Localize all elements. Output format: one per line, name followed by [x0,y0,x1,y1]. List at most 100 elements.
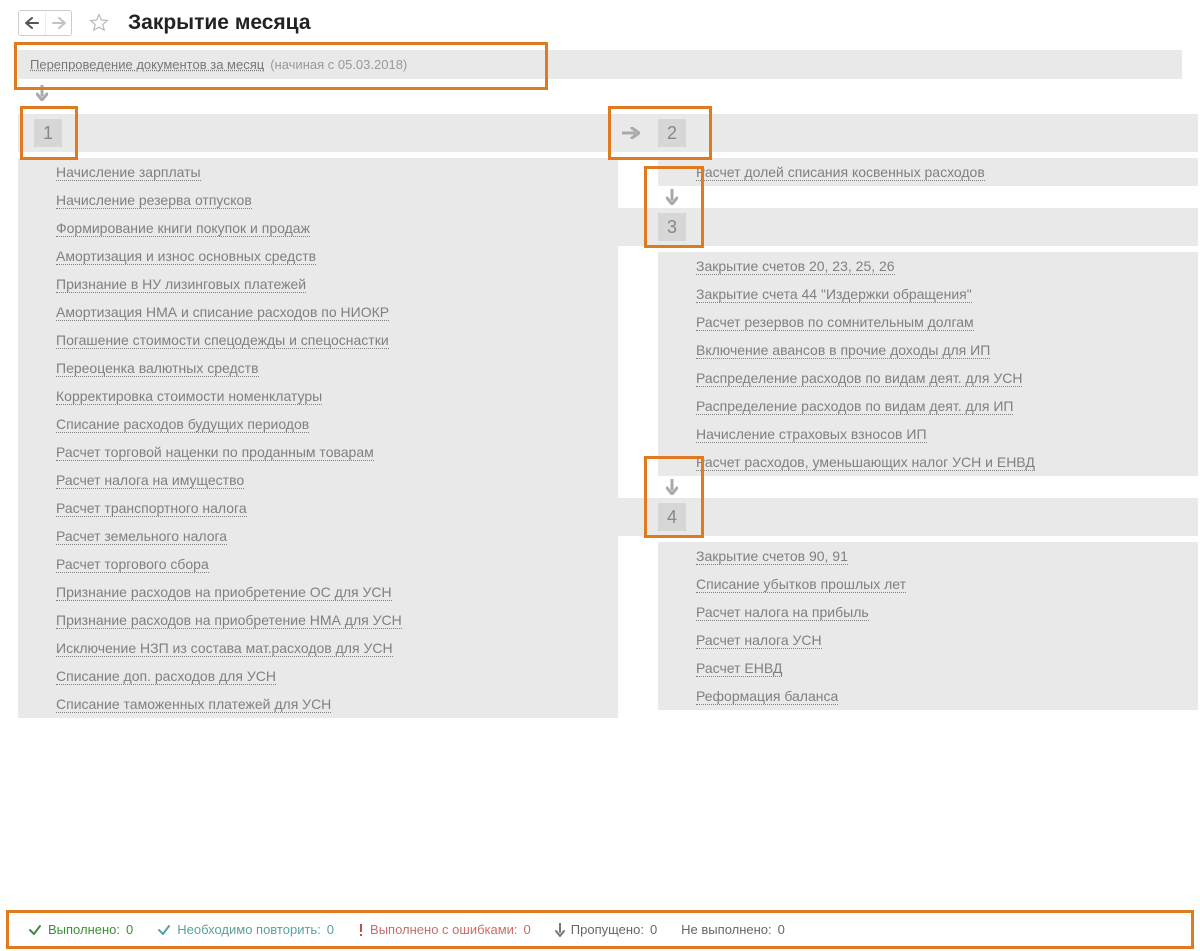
forward-button[interactable] [45,11,71,35]
op-link[interactable]: Признание в НУ лизинговых платежей [56,276,306,293]
op-link[interactable]: Расчет налога на прибыль [696,604,869,621]
op-link[interactable]: Расчет резервов по сомнительным долгам [696,314,974,331]
op-item: Погашение стоимости спецодежды и спецосн… [18,326,618,354]
status-skipped-count: 0 [650,922,657,937]
op-link[interactable]: Амортизация и износ основных средств [56,248,316,265]
arrow-down-icon [666,479,678,495]
op-link[interactable]: Признание расходов на приобретение ОС дл… [56,584,392,601]
op-item: Расчет торговой наценки по проданным тов… [18,438,618,466]
status-done: Выполнено: 0 [28,922,133,937]
arrow-down-icon [36,85,48,101]
op-link[interactable]: Распределение расходов по видам деят. дл… [696,370,1022,387]
op-item: Расчет налога на имущество [18,466,618,494]
favorite-toggle[interactable] [88,12,110,34]
op-link[interactable]: Закрытие счетов 90, 91 [696,548,848,565]
column-left: 1 Начисление зарплаты Начисление резерва… [18,114,618,718]
op-item: Расчет расходов, уменьшающих налог УСН и… [658,448,1198,476]
op-item: Распределение расходов по видам деят. дл… [658,364,1198,392]
back-button[interactable] [19,11,45,35]
op-link[interactable]: Начисление резерва отпусков [56,192,252,209]
repost-link[interactable]: Перепроведение документов за месяц [30,57,264,72]
op-item: Закрытие счетов 90, 91 [658,542,1198,570]
op-link[interactable]: Расчет торгового сбора [56,556,209,573]
arrow-right-icon [622,127,640,139]
exclamation-icon [358,923,364,937]
op-link[interactable]: Признание расходов на приобретение НМА д… [56,612,402,629]
op-link[interactable]: Распределение расходов по видам деят. дл… [696,398,1013,415]
op-link[interactable]: Списание таможенных платежей для УСН [56,696,331,713]
op-link[interactable]: Начисление зарплаты [56,164,201,181]
op-item: Списание расходов будущих периодов [18,410,618,438]
op-item: Списание таможенных платежей для УСН [18,690,618,718]
block-3-num: 3 [658,213,686,241]
op-link[interactable]: Расчет расходов, уменьшающих налог УСН и… [696,454,1035,471]
op-link[interactable]: Закрытие счета 44 "Издержки обращения" [696,286,972,303]
op-item: Включение авансов в прочие доходы для ИП [658,336,1198,364]
op-item: Переоценка валютных средств [18,354,618,382]
column-right: 2 Расчет долей списания косвенных расход… [618,114,1198,710]
op-link[interactable]: Включение авансов в прочие доходы для ИП [696,342,990,359]
op-item: Корректировка стоимости номенклатуры [18,382,618,410]
op-link[interactable]: Начисление страховых взносов ИП [696,426,927,443]
op-item: Начисление резерва отпусков [18,186,618,214]
status-done-count: 0 [126,922,133,937]
op-link[interactable]: Переоценка валютных средств [56,360,259,377]
op-link[interactable]: Расчет налога УСН [696,632,822,649]
op-item: Расчет земельного налога [18,522,618,550]
op-item: Реформация баланса [658,682,1198,710]
check-icon [157,923,171,937]
op-item: Исключение НЗП из состава мат.расходов д… [18,634,618,662]
op-item: Признание расходов на приобретение НМА д… [18,606,618,634]
check-icon [28,923,42,937]
op-item: Закрытие счетов 20, 23, 25, 26 [658,252,1198,280]
status-errors-label: Выполнено с ошибками: [370,922,518,937]
arrow-right-icon [52,17,66,29]
arrow-down-icon [666,189,678,205]
block-1-num: 1 [34,119,62,147]
status-repeat-count: 0 [327,922,334,937]
op-item: Списание убытков прошлых лет [658,570,1198,598]
status-notdone: Не выполнено: 0 [681,922,785,937]
status-errors-count: 0 [524,922,531,937]
op-link[interactable]: Закрытие счетов 20, 23, 25, 26 [696,258,895,275]
block-2-head: 2 [618,114,1198,152]
status-done-label: Выполнено: [48,922,120,937]
block-1-head: 1 [18,114,618,152]
op-link[interactable]: Реформация баланса [696,688,838,705]
op-link[interactable]: Расчет торговой наценки по проданным тов… [56,444,374,461]
op-link[interactable]: Расчет земельного налога [56,528,227,545]
op-link[interactable]: Списание убытков прошлых лет [696,576,906,593]
op-link[interactable]: Расчет транспортного налога [56,500,247,517]
block-4-ops: Закрытие счетов 90, 91 Списание убытков … [618,536,1198,710]
status-skipped: Пропущено: 0 [555,922,657,937]
op-link[interactable]: Расчет налога на имущество [56,472,244,489]
repost-note: (начиная с 05.03.2018) [270,57,407,72]
op-link[interactable]: Амортизация НМА и списание расходов по Н… [56,304,389,321]
block-2-ops: Расчет долей списания косвенных расходов [618,152,1198,186]
op-item: Распределение расходов по видам деят. дл… [658,392,1198,420]
op-link[interactable]: Расчет долей списания косвенных расходов [696,164,985,181]
block-3-ops: Закрытие счетов 20, 23, 25, 26 Закрытие … [618,246,1198,476]
op-link[interactable]: Формирование книги покупок и продаж [56,220,310,237]
op-link[interactable]: Корректировка стоимости номенклатуры [56,388,322,405]
op-item: Признание в НУ лизинговых платежей [18,270,618,298]
op-item: Начисление зарплаты [18,158,618,186]
nav-buttons [18,10,72,36]
op-link[interactable]: Списание расходов будущих периодов [56,416,309,433]
op-link[interactable]: Исключение НЗП из состава мат.расходов д… [56,640,393,657]
block-4-head: 4 [618,498,1198,536]
op-item: Расчет резервов по сомнительным долгам [658,308,1198,336]
op-link[interactable]: Погашение стоимости спецодежды и спецосн… [56,332,389,349]
op-link[interactable]: Расчет ЕНВД [696,660,782,677]
status-notdone-count: 0 [778,922,785,937]
op-item: Расчет долей списания косвенных расходов [658,158,1198,186]
repost-row: Перепроведение документов за месяц (начи… [18,50,1182,79]
op-item: Расчет торгового сбора [18,550,618,578]
block-4-num: 4 [658,503,686,531]
block-2-num: 2 [658,119,686,147]
page-title: Закрытие месяца [128,11,311,35]
op-item: Амортизация НМА и списание расходов по Н… [18,298,618,326]
op-link[interactable]: Списание доп. расходов для УСН [56,668,276,685]
flow-arrow-to-1 [18,79,1182,104]
op-item: Формирование книги покупок и продаж [18,214,618,242]
